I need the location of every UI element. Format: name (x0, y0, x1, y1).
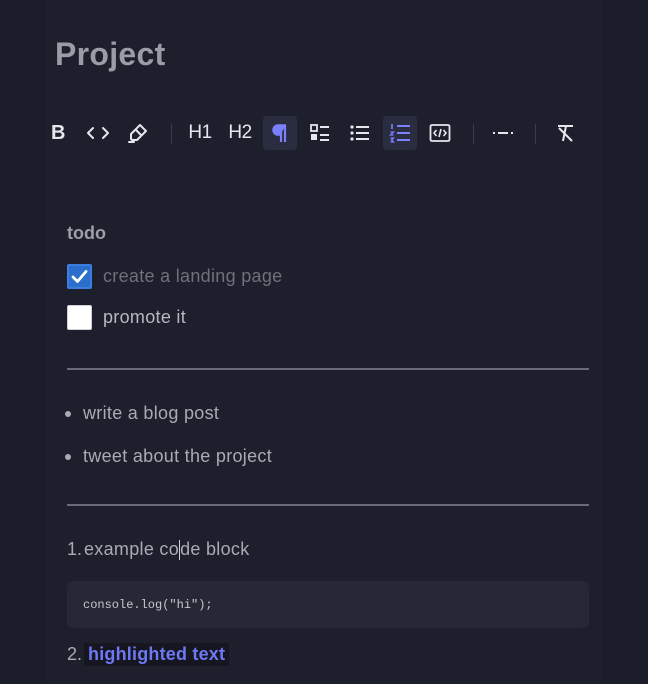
list-item: write a blog post (65, 403, 219, 424)
text-after-caret: de block (180, 539, 250, 559)
heading-2-icon: H2 (228, 122, 252, 143)
ordered-list-item: 2. highlighted text (62, 643, 230, 666)
task-checkbox[interactable] (67, 264, 92, 289)
heading-2-button[interactable]: H2 (223, 116, 257, 150)
ordered-list-item: 1. example code block (62, 539, 250, 561)
task-checkbox[interactable] (67, 305, 92, 330)
numbered-list-icon (389, 124, 410, 143)
task-item: promote it (67, 305, 186, 330)
code-block-icon (429, 124, 451, 142)
toolbar-divider (171, 124, 172, 144)
ordered-list-button[interactable] (383, 116, 417, 150)
clear-format-icon (558, 125, 573, 142)
code-icon (87, 127, 109, 139)
code-block[interactable]: console.log("hi"); (67, 581, 589, 628)
inline-code-button[interactable] (81, 116, 115, 150)
task-label[interactable]: promote it (103, 307, 186, 328)
highlight-button[interactable] (121, 116, 155, 150)
paragraph-button[interactable] (263, 116, 297, 150)
list-item-text[interactable]: write a blog post (83, 403, 219, 424)
checklist-icon (310, 124, 329, 141)
checkmark-icon (71, 270, 88, 283)
bullet-list-icon (350, 125, 369, 141)
horizontal-rule (67, 504, 589, 506)
highlighted-text[interactable]: highlighted text (84, 643, 230, 666)
heading-1-button[interactable]: H1 (183, 116, 217, 150)
horizontal-rule (67, 368, 589, 370)
list-item-text[interactable]: tweet about the project (83, 446, 272, 467)
document-title[interactable]: Project (55, 36, 166, 73)
todo-heading[interactable]: todo (67, 223, 106, 244)
clear-formatting-button[interactable] (548, 116, 582, 150)
left-margin (0, 0, 46, 684)
bold-button[interactable]: B (41, 116, 75, 150)
toolbar-divider (535, 124, 536, 144)
list-number: 1. (66, 539, 82, 560)
paragraph-icon (272, 124, 287, 142)
horizontal-rule-button[interactable] (486, 116, 520, 150)
bullet-marker (65, 410, 71, 417)
horizontal-rule-icon (493, 132, 513, 134)
bullet-list-button[interactable] (343, 116, 377, 150)
bullet-marker (65, 453, 71, 460)
toolbar-divider (473, 124, 474, 144)
right-margin (602, 0, 648, 684)
task-item: create a landing page (67, 264, 282, 289)
ordered-item-text[interactable]: example code block (84, 539, 250, 561)
task-label[interactable]: create a landing page (103, 266, 282, 287)
code-text: console.log("hi"); (83, 597, 213, 612)
list-number: 2. (66, 644, 82, 664)
marker-icon (128, 124, 147, 143)
code-block-button[interactable] (423, 116, 457, 150)
text-before-caret: example co (84, 539, 180, 559)
editor-page: Project B H1 H2 todo create a landing pa… (0, 0, 648, 684)
task-list-button[interactable] (303, 116, 337, 150)
heading-1-icon: H1 (188, 122, 212, 143)
list-item: tweet about the project (65, 446, 272, 467)
bold-icon: B (51, 121, 65, 144)
